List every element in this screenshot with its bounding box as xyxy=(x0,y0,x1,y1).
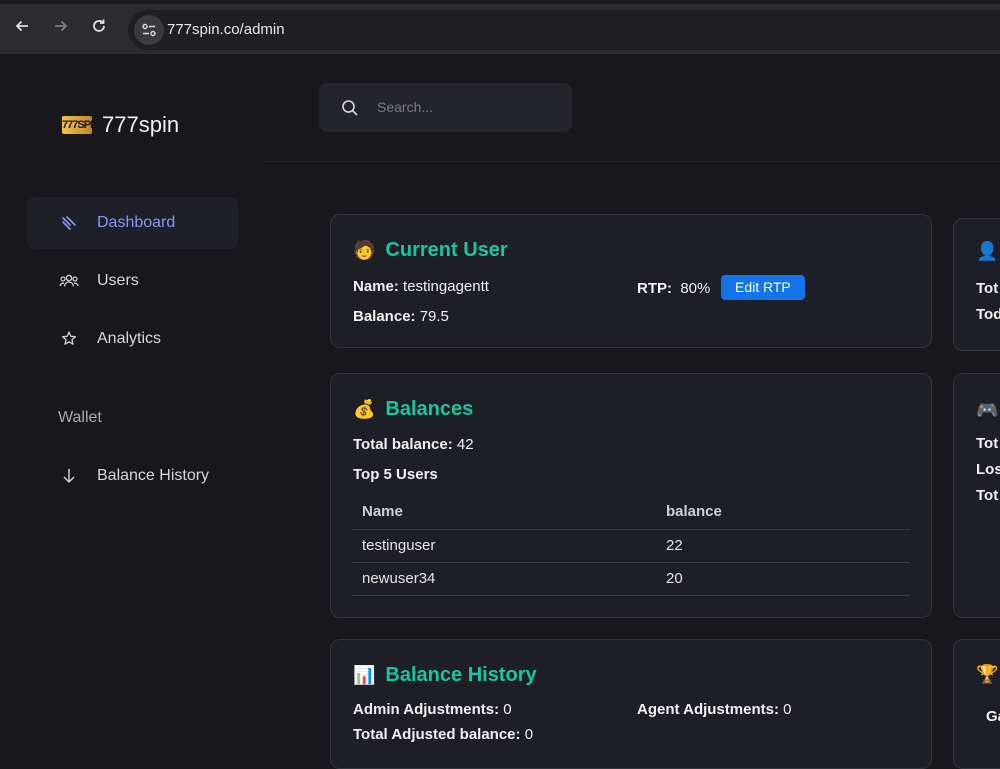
total-balance-row: Total balance: 42 xyxy=(353,436,474,453)
card-title: 🧑 Current User xyxy=(353,239,508,262)
total-adjusted-row: Total Adjusted balance: 0 xyxy=(353,726,533,743)
money-bag-icon: 💰 xyxy=(353,399,376,419)
search-box[interactable] xyxy=(319,83,572,132)
current-user-card: 🧑 Current User Name: testingagentt Balan… xyxy=(330,214,932,348)
column-header-balance: balance xyxy=(656,495,910,530)
card-title: 💰 Balances xyxy=(353,398,473,421)
brand-name: 777spin xyxy=(102,112,180,137)
agent-adjustments-value: 0 xyxy=(783,701,792,718)
games-summary-card: 🎮 Tot Los Tot xyxy=(953,373,1000,618)
top-users-table: Name balance testinguser 22 newuser34 20 xyxy=(352,495,910,596)
rtp-label: RTP: xyxy=(637,280,672,297)
truncated-text: Tod xyxy=(976,306,1000,323)
card-title-text: Balances xyxy=(385,398,474,420)
balances-card: 💰 Balances Total balance: 42 Top 5 Users… xyxy=(330,373,932,618)
table-row: testinguser 22 xyxy=(352,529,910,563)
balance-value: 79.5 xyxy=(419,308,449,325)
total-balance-value: 42 xyxy=(456,436,474,453)
logo[interactable]: 777SPIN 777spin xyxy=(62,112,179,138)
total-adjusted-label: Total Adjusted balance: xyxy=(353,726,521,743)
truncated-text: Tot xyxy=(976,487,999,504)
truncated-text: Los xyxy=(976,461,1000,478)
cell-balance: 22 xyxy=(656,529,910,563)
table-row: newuser34 20 xyxy=(352,562,910,596)
url-text: 777spin.co/admin xyxy=(167,21,285,38)
search-icon xyxy=(342,100,358,116)
truncated-text: Ga xyxy=(986,708,1000,725)
trophy-icon: 🏆 xyxy=(976,664,999,684)
back-icon[interactable] xyxy=(11,17,33,39)
agent-adjustments-row: Agent Adjustments: 0 xyxy=(637,701,791,718)
name-value: testingagentt xyxy=(403,278,489,295)
table-header-row: Name balance xyxy=(352,495,910,530)
site-info-icon[interactable] xyxy=(134,15,164,45)
agent-adjustments-label: Agent Adjustments: xyxy=(637,701,779,718)
sidebar-item-balance-history[interactable]: Balance History xyxy=(27,450,238,502)
card-title: 📊 Balance History xyxy=(353,664,537,687)
card-title-text: Balance History xyxy=(385,664,537,686)
browser-toolbar: 777spin.co/admin xyxy=(0,0,1000,54)
rtp-value: 80% xyxy=(680,280,711,297)
total-balance-label: Total balance: xyxy=(353,436,453,453)
logo-mark: 777SPIN xyxy=(62,116,100,134)
admin-adjustments-value: 0 xyxy=(503,701,512,718)
bar-chart-icon: 📊 xyxy=(353,665,376,685)
cell-name: testinguser xyxy=(352,529,656,563)
sidebar-item-users[interactable]: Users xyxy=(27,255,238,307)
forward-icon[interactable] xyxy=(50,17,72,39)
user-balance-row: Balance: 79.5 xyxy=(353,308,449,325)
arrow-down-icon xyxy=(57,467,81,485)
truncated-text: Tot xyxy=(976,280,999,297)
edit-rtp-button[interactable]: Edit RTP xyxy=(721,275,805,300)
sidebar: 777SPIN 777spin Dashboard Users Analytic… xyxy=(0,54,265,750)
person-icon: 👤 xyxy=(976,241,999,261)
top-users-label: Top 5 Users xyxy=(353,466,438,483)
game-controller-icon: 🎮 xyxy=(976,400,999,420)
search-input[interactable] xyxy=(377,95,557,119)
address-bar[interactable]: 777spin.co/admin xyxy=(128,10,1000,50)
users-icon xyxy=(57,273,81,289)
top-users-heading: Top 5 Users xyxy=(353,466,438,483)
sidebar-item-analytics[interactable]: Analytics xyxy=(27,313,238,365)
card-title-text: Current User xyxy=(385,239,508,261)
truncated-text: Tot xyxy=(976,435,999,452)
name-label: Name: xyxy=(353,278,399,295)
sidebar-item-dashboard[interactable]: Dashboard xyxy=(27,197,238,249)
dashboard-icon xyxy=(57,214,81,232)
section-label-wallet: Wallet xyxy=(58,409,102,426)
balance-label: Balance: xyxy=(353,308,416,325)
analytics-icon xyxy=(57,330,81,348)
header-divider xyxy=(265,161,1000,162)
sidebar-item-label: Analytics xyxy=(97,330,162,347)
admin-adjustments-label: Admin Adjustments: xyxy=(353,701,500,718)
total-adjusted-value: 0 xyxy=(524,726,534,743)
sidebar-item-label: Dashboard xyxy=(97,214,176,231)
user-name-row: Name: testingagentt xyxy=(353,278,489,295)
admin-adjustments-row: Admin Adjustments: 0 xyxy=(353,701,512,718)
rtp-row: RTP: 80% xyxy=(637,280,710,297)
person-icon: 🧑 xyxy=(353,240,376,260)
users-summary-card: 👤 Tot Tod xyxy=(953,218,1000,351)
sidebar-item-label: Balance History xyxy=(97,467,210,484)
sidebar-item-label: Users xyxy=(97,272,139,289)
cell-balance: 20 xyxy=(656,562,910,596)
column-header-name: Name xyxy=(352,495,656,530)
cell-name: newuser34 xyxy=(352,562,656,596)
reload-icon[interactable] xyxy=(88,17,110,39)
